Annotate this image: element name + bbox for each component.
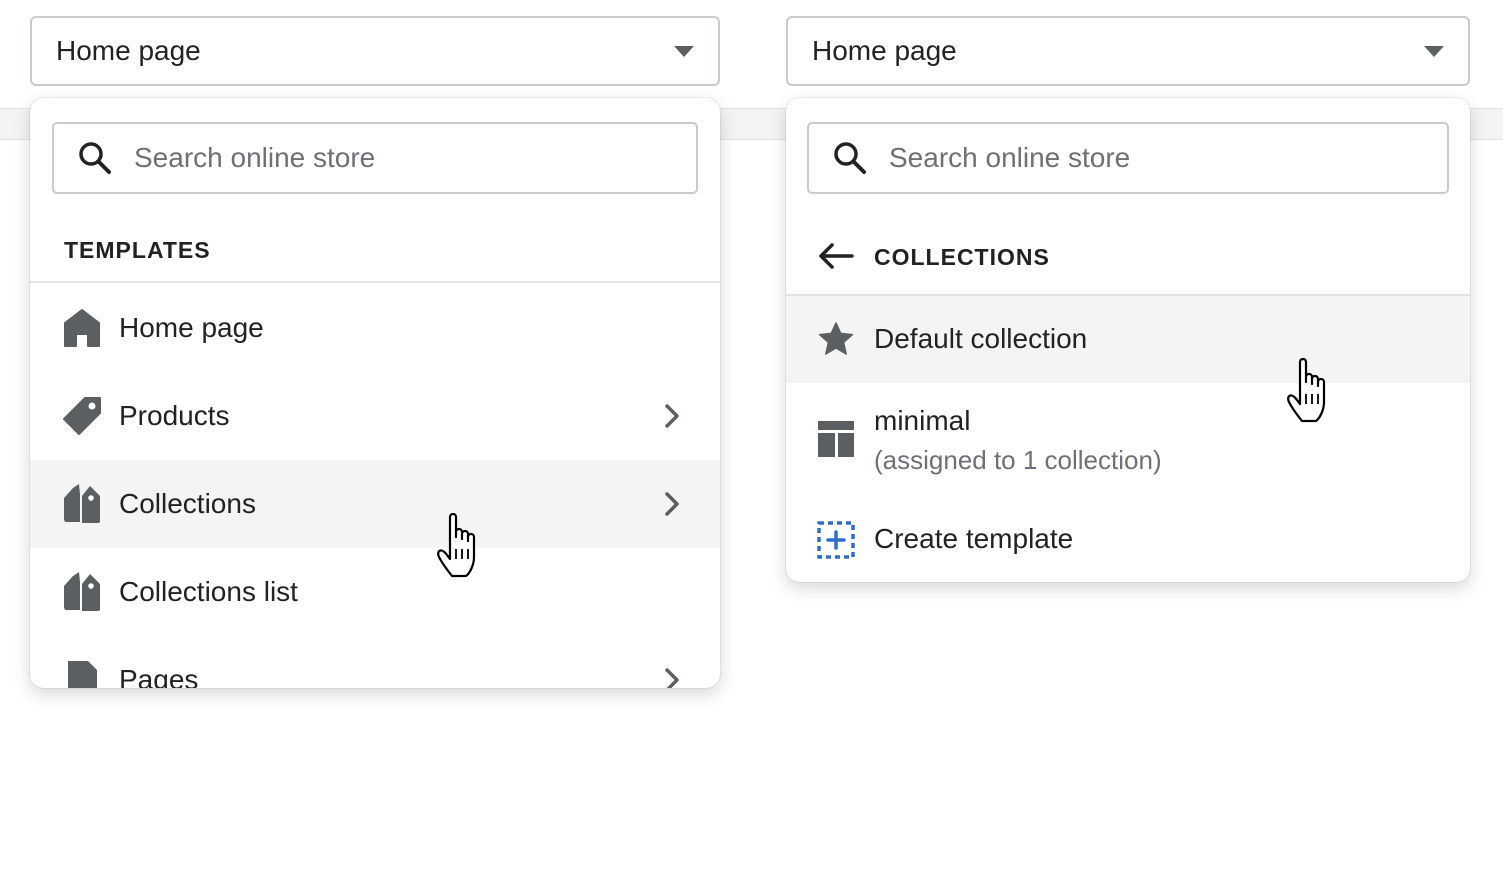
- divider: [30, 281, 720, 283]
- template-item-default-collection[interactable]: Default collection: [786, 296, 1470, 383]
- home-icon: [62, 308, 102, 348]
- chevron-right-icon: [665, 404, 679, 428]
- template-item-home-page[interactable]: Home page: [30, 284, 720, 372]
- search-icon: [834, 142, 866, 174]
- layout-icon: [816, 419, 856, 459]
- chevron-right-icon: [665, 492, 679, 516]
- caret-down-icon: [674, 45, 694, 57]
- collections-icon: [62, 484, 102, 524]
- template-item-products[interactable]: Products: [30, 372, 720, 460]
- collections-dropdown-panel: COLLECTIONS Default collection minimal (…: [786, 98, 1470, 582]
- chevron-right-icon: [665, 668, 679, 688]
- create-template-label: Create template: [874, 523, 1074, 554]
- template-select-right[interactable]: Home page: [786, 16, 1470, 86]
- template-item-label: Home page: [119, 312, 264, 343]
- template-select-left[interactable]: Home page: [30, 16, 720, 86]
- tag-icon: [62, 396, 102, 436]
- create-template-button[interactable]: Create template: [786, 503, 1470, 573]
- template-item-sublabel: (assigned to 1 collection): [874, 445, 1162, 475]
- template-item-label: Products: [119, 400, 230, 431]
- template-select-value: Home page: [812, 35, 957, 66]
- templates-dropdown-panel: TEMPLATES Home page Products Collections…: [30, 98, 720, 688]
- template-select-value: Home page: [56, 35, 201, 66]
- template-item-minimal[interactable]: minimal (assigned to 1 collection): [786, 383, 1470, 493]
- search-input[interactable]: [134, 142, 614, 174]
- search-input[interactable]: [889, 142, 1369, 174]
- template-item-label: Collections: [119, 488, 256, 519]
- template-item-pages[interactable]: Pages: [30, 636, 720, 688]
- arrow-left-icon[interactable]: [818, 243, 854, 269]
- template-item-label: Default collection: [874, 323, 1088, 354]
- template-item-label: Collections list: [119, 576, 298, 607]
- star-icon: [816, 319, 856, 359]
- caret-down-icon: [1424, 45, 1444, 57]
- collections-icon: [62, 572, 102, 612]
- template-item-collections[interactable]: Collections: [30, 460, 720, 548]
- add-template-icon: [816, 520, 856, 560]
- section-title-collections: COLLECTIONS: [874, 244, 1050, 270]
- template-item-label: minimal: [874, 405, 971, 436]
- search-box[interactable]: [807, 122, 1449, 194]
- section-title-templates: TEMPLATES: [64, 237, 211, 263]
- search-box[interactable]: [52, 122, 698, 194]
- template-item-collections-list[interactable]: Collections list: [30, 548, 720, 636]
- page-icon: [62, 660, 102, 688]
- template-item-label: Pages: [119, 664, 199, 688]
- search-icon: [79, 142, 111, 174]
